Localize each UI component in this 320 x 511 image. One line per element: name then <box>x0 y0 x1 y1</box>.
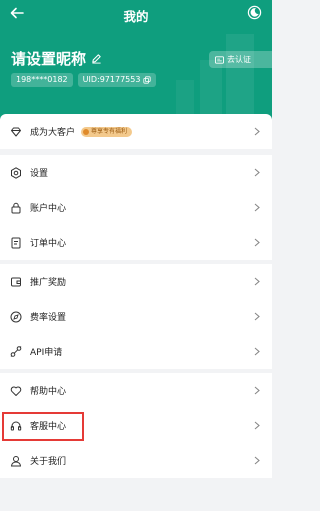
menu-item-api-application[interactable]: API申请 <box>0 334 272 369</box>
chevron-right-icon <box>254 347 260 356</box>
menu-item-settings[interactable]: 设置 <box>0 155 272 190</box>
api-plug-icon <box>10 346 22 358</box>
nickname-text: 请设置昵称 <box>11 50 87 68</box>
menu-item-label: 关于我们 <box>30 457 67 467</box>
menu-item-label: API申请 <box>30 348 63 358</box>
header-decoration <box>226 34 254 124</box>
menu-item-account-center[interactable]: 账户中心 <box>0 190 272 225</box>
chevron-right-icon <box>254 238 260 247</box>
verify-label: 去认证 <box>227 55 251 64</box>
account-tags: 198****0182 UID:97177553 <box>11 73 157 87</box>
menu-item-label: 帮助中心 <box>30 387 67 397</box>
highlight-annotation-box <box>2 412 84 441</box>
vip-card: 成为大客户 尊享专有福利 <box>0 114 272 149</box>
menu-item-fee-settings[interactable]: 费率设置 <box>0 299 272 334</box>
phone-tag: 198****0182 <box>11 73 73 87</box>
menu-item-label: 费率设置 <box>30 313 67 323</box>
verify-button[interactable]: 去认证 <box>209 51 272 68</box>
chevron-right-icon <box>254 456 260 465</box>
menu-item-label: 推广奖励 <box>30 278 67 288</box>
menu-group-trading: 推广奖励 费率设置 API申请 <box>0 264 272 369</box>
page-title: 我的 <box>123 9 149 24</box>
menu-item-label: 设置 <box>30 169 49 179</box>
gear-icon <box>10 166 22 179</box>
chevron-right-icon <box>254 421 260 430</box>
chevron-right-icon <box>254 203 260 212</box>
dark-mode-toggle-icon[interactable] <box>247 5 262 20</box>
user-icon <box>10 455 22 467</box>
phone-text: 198****0182 <box>16 75 68 84</box>
chevron-right-icon <box>254 312 260 321</box>
badge-text: 尊享专有福利 <box>91 127 128 135</box>
menu-item-label: 订单中心 <box>30 239 67 249</box>
uid-text: UID:97177553 <box>82 75 141 84</box>
nickname-row[interactable]: 请设置昵称 <box>11 48 102 69</box>
chevron-right-icon <box>254 168 260 177</box>
menu-item-help-center[interactable]: 帮助中心 <box>0 373 272 408</box>
wallet-icon <box>10 276 22 288</box>
top-bar: 我的 <box>0 0 272 28</box>
vip-benefit-badge: 尊享专有福利 <box>81 126 133 137</box>
badge-dot-icon <box>83 128 90 135</box>
profile-header: 我的 请设置昵称 198****0182 UID:97177553 去认证 <box>0 0 272 124</box>
diamond-icon <box>10 126 22 138</box>
heart-icon <box>10 385 22 397</box>
document-icon <box>10 237 22 249</box>
edit-pencil-icon[interactable] <box>91 53 102 64</box>
lock-icon <box>10 202 22 214</box>
uid-tag[interactable]: UID:97177553 <box>77 73 157 87</box>
copy-icon[interactable] <box>143 76 152 84</box>
compass-icon <box>10 311 22 323</box>
menu-item-label: 成为大客户 <box>30 128 76 138</box>
chevron-right-icon <box>254 386 260 395</box>
menu-item-about-us[interactable]: 关于我们 <box>0 443 272 478</box>
menu-item-referral[interactable]: 推广奖励 <box>0 264 272 299</box>
chevron-right-icon <box>254 277 260 286</box>
menu-group-account: 设置 账户中心 订单中心 <box>0 155 272 260</box>
menu-item-label: 账户中心 <box>30 204 67 214</box>
menu-item-vip[interactable]: 成为大客户 尊享专有福利 <box>0 114 272 149</box>
chevron-right-icon <box>254 127 260 136</box>
id-card-icon <box>215 55 224 64</box>
menu-item-order-center[interactable]: 订单中心 <box>0 225 272 260</box>
